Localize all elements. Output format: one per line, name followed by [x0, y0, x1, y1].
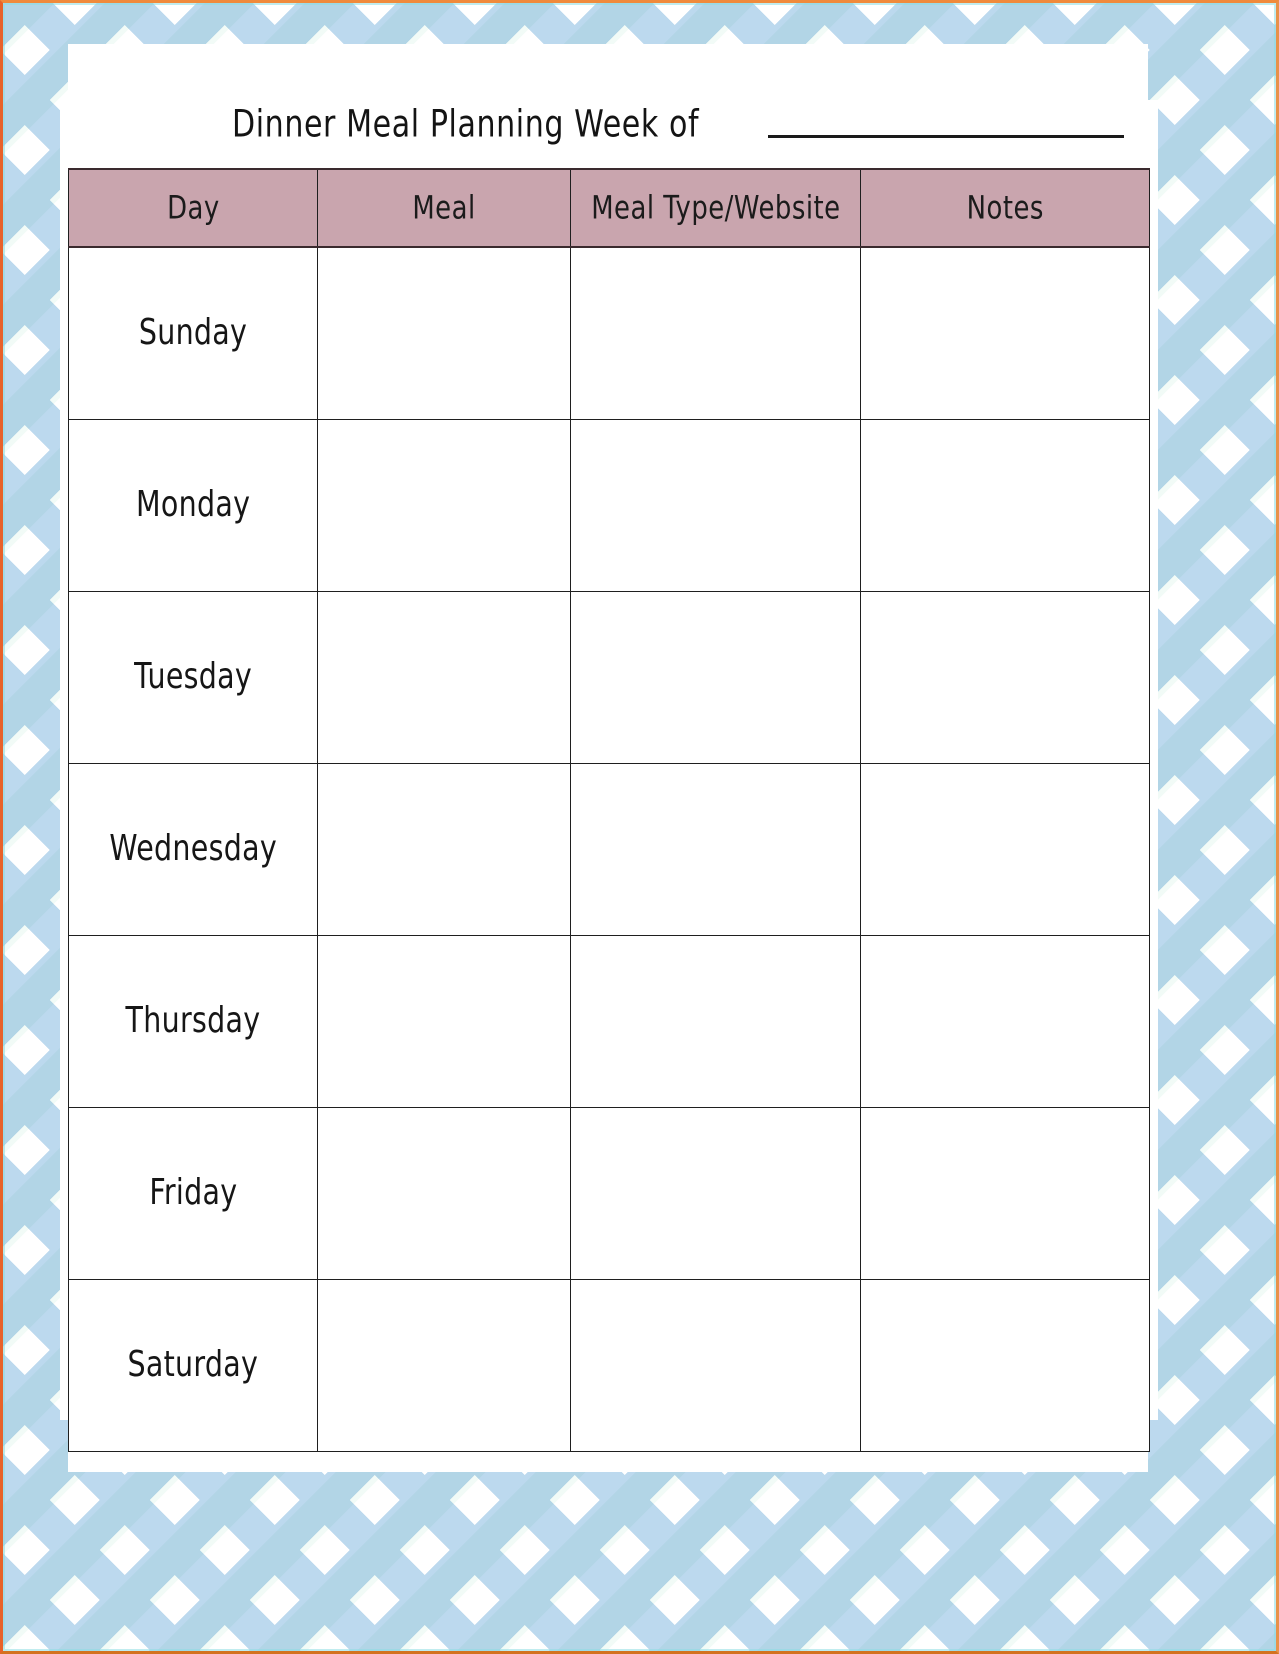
notes-cell-friday[interactable] [860, 1106, 1150, 1280]
notes-cell-sunday[interactable] [860, 246, 1150, 420]
title-row: Dinner Meal Planning Week of [68, 82, 1148, 144]
day-label-sunday: Sunday [138, 311, 248, 354]
table-row-tuesday: Tuesday [68, 590, 1150, 764]
meal-cell-thursday[interactable] [317, 934, 571, 1108]
day-cell-tuesday: Tuesday [68, 590, 318, 764]
table-body: Sunday Monday Tuesday Wednesday Thursday… [68, 246, 1150, 1452]
type-cell-friday[interactable] [570, 1106, 861, 1280]
day-label-tuesday: Tuesday [134, 655, 252, 698]
column-header-meal-type-website: Meal Type/Website [570, 168, 861, 248]
type-cell-sunday[interactable] [570, 246, 861, 420]
notes-cell-tuesday[interactable] [860, 590, 1150, 764]
table-row-wednesday: Wednesday [68, 762, 1150, 936]
column-header-notes-label: Notes [966, 189, 1044, 227]
table-row-friday: Friday [68, 1106, 1150, 1280]
column-header-day: Day [68, 168, 318, 248]
notes-cell-saturday[interactable] [860, 1278, 1150, 1452]
day-cell-saturday: Saturday [68, 1278, 318, 1452]
day-label-friday: Friday [148, 1171, 238, 1214]
day-label-saturday: Saturday [127, 1343, 259, 1386]
meal-cell-wednesday[interactable] [317, 762, 571, 936]
notes-cell-thursday[interactable] [860, 934, 1150, 1108]
day-cell-friday: Friday [68, 1106, 318, 1280]
day-label-wednesday: Wednesday [109, 827, 277, 870]
meal-planner-page: Dinner Meal Planning Week of Day Meal Me… [0, 0, 1279, 1654]
table-row-saturday: Saturday [68, 1278, 1150, 1452]
table-row-monday: Monday [68, 418, 1150, 592]
day-cell-sunday: Sunday [68, 246, 318, 420]
column-header-notes: Notes [860, 168, 1150, 248]
day-cell-wednesday: Wednesday [68, 762, 318, 936]
day-cell-monday: Monday [68, 418, 318, 592]
column-header-meal: Meal [317, 168, 571, 248]
column-header-day-label: Day [166, 189, 220, 227]
page-title: Dinner Meal Planning Week of [232, 102, 700, 147]
type-cell-saturday[interactable] [570, 1278, 861, 1452]
column-header-meal-type-website-label: Meal Type/Website [590, 189, 841, 227]
type-cell-wednesday[interactable] [570, 762, 861, 936]
meal-cell-tuesday[interactable] [317, 590, 571, 764]
meal-cell-saturday[interactable] [317, 1278, 571, 1452]
day-cell-thursday: Thursday [68, 934, 318, 1108]
notes-cell-monday[interactable] [860, 418, 1150, 592]
table-header-row: Day Meal Meal Type/Website Notes [68, 168, 1150, 248]
notes-cell-wednesday[interactable] [860, 762, 1150, 936]
meal-cell-monday[interactable] [317, 418, 571, 592]
table-row-sunday: Sunday [68, 246, 1150, 420]
day-label-thursday: Thursday [125, 999, 261, 1042]
week-of-blank-line[interactable] [767, 133, 1124, 138]
column-header-meal-label: Meal [412, 189, 476, 227]
type-cell-tuesday[interactable] [570, 590, 861, 764]
meal-cell-sunday[interactable] [317, 246, 571, 420]
type-cell-monday[interactable] [570, 418, 861, 592]
meal-cell-friday[interactable] [317, 1106, 571, 1280]
table-row-thursday: Thursday [68, 934, 1150, 1108]
type-cell-thursday[interactable] [570, 934, 861, 1108]
meal-planner-table: Day Meal Meal Type/Website Notes Sunday [68, 168, 1150, 1452]
day-label-monday: Monday [135, 483, 251, 526]
